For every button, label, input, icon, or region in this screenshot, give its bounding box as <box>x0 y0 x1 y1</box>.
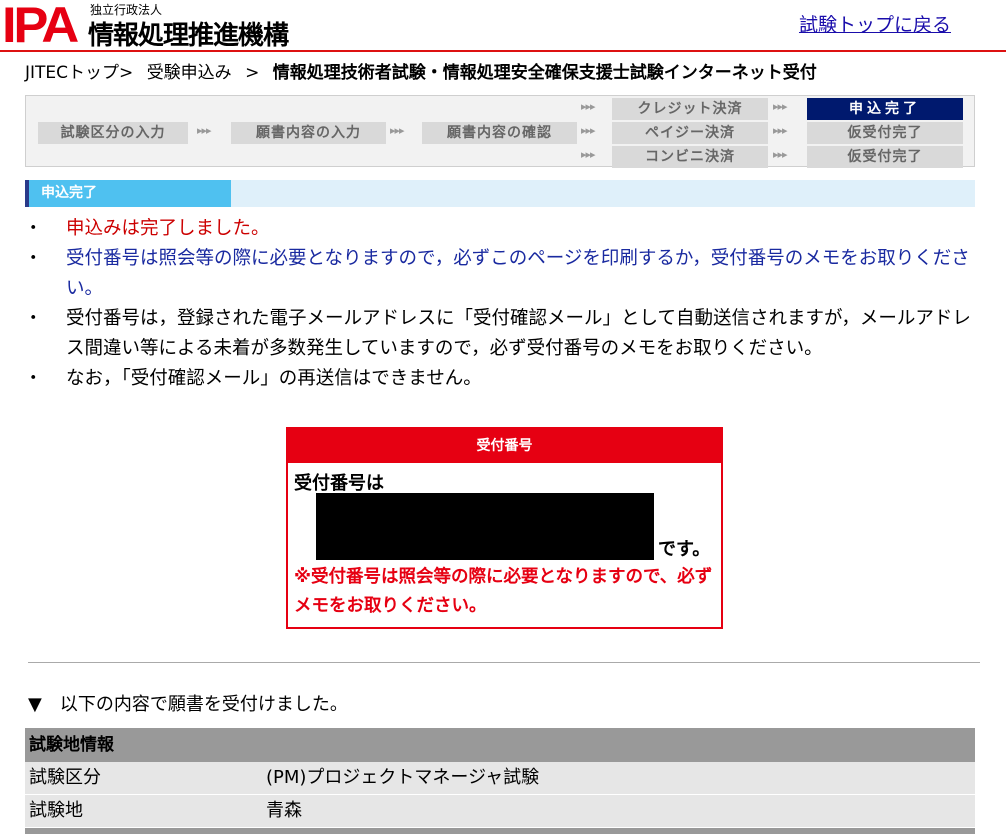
step-provisional-complete: 仮受付完了 <box>807 122 963 144</box>
step-arrow: ▸▸▸ <box>581 100 596 113</box>
exam-site-table: 試験地情報 試験区分 (PM)プロジェクトマネージャ試験 試験地 青森 <box>25 728 975 834</box>
breadcrumb-current: 情報処理技術者試験・情報処理安全確保支援士試験インターネット受付 <box>272 63 817 83</box>
step-arrow: ▸▸▸ <box>773 100 788 113</box>
row-key: 試験地 <box>29 800 83 821</box>
notice-email: 受付番号は，登録された電子メールアドレスに「受付確認メール」として自動送信されま… <box>24 304 980 364</box>
receipt-label: 受付番号は <box>294 473 384 494</box>
accepted-text: 以下の内容で願書を受付けました。 <box>59 694 348 715</box>
table-heading: 試験地情報 <box>25 728 975 762</box>
progress-steps: 試験区分の入力 ▸▸▸ 願書内容の入力 ▸▸▸ 願書内容の確認 ▸▸▸ ▸▸▸ … <box>25 95 975 168</box>
notice-print: 受付番号は照会等の際に必要となりますので，必ずこのページを印刷するか，受付番号の… <box>24 244 980 304</box>
receipt-note: ※受付番号は照会等の際に必要となりますので、必ずメモをお取りください。 <box>294 567 713 616</box>
logo-title: 情報処理推進機構 <box>88 21 289 51</box>
step-application-confirm: 願書内容の確認 <box>422 122 577 144</box>
step-payeasy-payment: ペイジー決済 <box>612 122 768 144</box>
breadcrumb-apply[interactable]: 受験申込み <box>147 63 232 83</box>
receipt-number-box: 受付番号 受付番号は です。 ※受付番号は照会等の際に必要となりますので、必ずメ… <box>286 427 723 629</box>
step-arrow: ▸▸▸ <box>773 124 788 137</box>
step-arrow: ▸▸▸ <box>581 148 596 161</box>
table-footer-bar <box>25 828 975 834</box>
site-header: IPA 独立行政法人 情報処理推進機構 試験トップに戻る <box>0 0 1006 53</box>
step-application-input: 願書内容の入力 <box>231 122 386 144</box>
step-arrow: ▸▸▸ <box>390 124 405 137</box>
section-title: 申込完了 <box>25 180 231 207</box>
accepted-heading: ▼ 以下の内容で願書を受付けました。 <box>28 690 348 716</box>
step-exam-category: 試験区分の入力 <box>38 122 188 144</box>
triangle-down-icon: ▼ <box>28 694 42 715</box>
step-arrow: ▸▸▸ <box>773 148 788 161</box>
receipt-title: 受付番号 <box>288 429 721 463</box>
breadcrumb: JITECトップ> 受験申込み > 情報処理技術者試験・情報処理安全確保支援士試… <box>25 58 985 83</box>
divider <box>28 662 980 663</box>
step-provisional-complete: 仮受付完了 <box>807 146 963 168</box>
table-row: 試験区分 (PM)プロジェクトマネージャ試験 <box>25 762 975 795</box>
exam-top-link[interactable]: 試験トップに戻る <box>799 10 951 37</box>
notice-no-resend: なお，「受付確認メール」の再送信はできません。 <box>24 364 980 394</box>
notice-complete: 申込みは完了しました。 <box>24 214 980 244</box>
receipt-number-redacted <box>316 493 654 560</box>
step-credit-payment: クレジット決済 <box>612 98 768 120</box>
row-value: (PM)プロジェクトマネージャ試験 <box>266 767 540 788</box>
step-convenience-payment: コンビニ決済 <box>612 146 768 168</box>
logo-mark: IPA <box>2 0 79 53</box>
breadcrumb-jitec-top[interactable]: JITECトップ> <box>25 63 133 83</box>
breadcrumb-separator: > <box>245 63 260 83</box>
receipt-suffix: です。 <box>658 539 711 560</box>
step-arrow: ▸▸▸ <box>581 124 596 137</box>
section-header: 申込完了 <box>25 180 975 207</box>
step-arrow: ▸▸▸ <box>197 124 212 137</box>
notice-list: 申込みは完了しました。 受付番号は照会等の際に必要となりますので，必ずこのページ… <box>24 214 980 394</box>
row-value: 青森 <box>266 800 302 821</box>
table-row: 試験地 青森 <box>25 795 975 828</box>
step-application-complete: 申込完了 <box>807 98 963 120</box>
row-key: 試験区分 <box>29 767 101 788</box>
